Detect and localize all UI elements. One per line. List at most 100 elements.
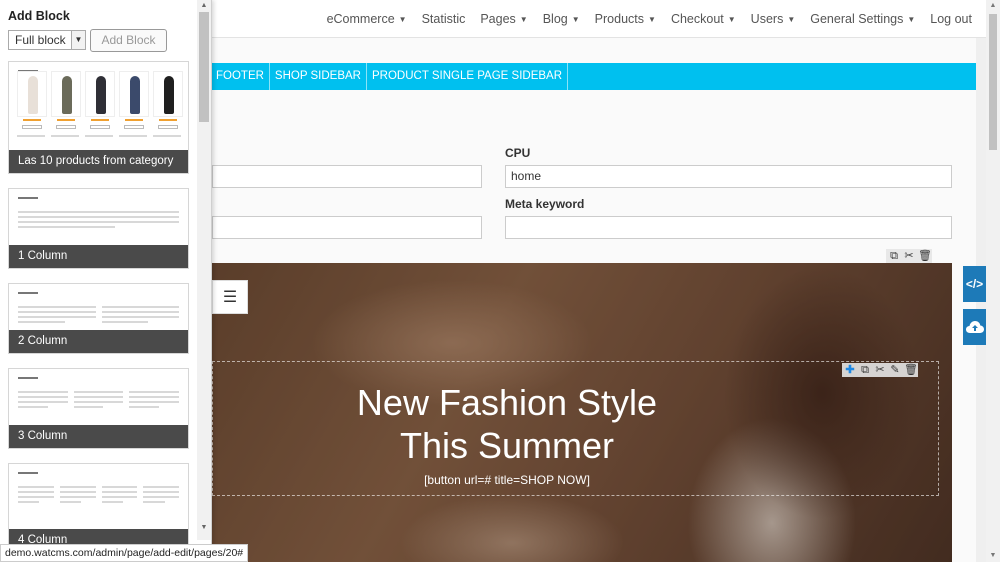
- hero-title-line-1: New Fashion Style: [356, 382, 658, 423]
- meta-keyword-field[interactable]: [505, 216, 952, 239]
- cart-button-preview: [22, 125, 42, 129]
- text-line: [73, 401, 124, 403]
- meta-description-field[interactable]: [212, 216, 482, 239]
- text-line: [129, 396, 179, 398]
- price-line: [23, 119, 41, 121]
- preview-heading: [18, 472, 38, 474]
- price-line: [57, 119, 75, 121]
- upload-button[interactable]: [963, 309, 986, 345]
- meta-keyword-label: Meta keyword: [505, 197, 585, 211]
- scroll-down-arrow-icon[interactable]: ▼: [197, 522, 211, 534]
- tab-product-single-page-sidebar[interactable]: PRODUCT SINGLE PAGE SIDEBAR: [367, 63, 569, 90]
- nav-item-label: Blog: [542, 12, 568, 26]
- text-line: [59, 496, 96, 498]
- nav-item-label: Log out: [930, 12, 972, 26]
- scroll-up-arrow-icon[interactable]: ▲: [197, 0, 211, 12]
- text-line: [18, 216, 179, 218]
- text-line: [129, 401, 179, 403]
- nav-item-checkout[interactable]: Checkout ▼: [671, 12, 736, 26]
- add-block-button[interactable]: Add Block: [90, 29, 167, 52]
- text-line: [18, 396, 68, 398]
- text-line: [59, 486, 96, 488]
- hero-button-shortcode: [button url=# title=SHOP NOW]: [424, 473, 590, 487]
- add-block-panel: Add Block Full block ▼ Add Block Las 10 …: [0, 0, 212, 562]
- nav-item-pages[interactable]: Pages ▼: [480, 12, 527, 26]
- model-figure: [130, 76, 140, 114]
- nav-item-statistic[interactable]: Statistic: [422, 12, 466, 26]
- scroll-up-arrow-icon[interactable]: ▲: [986, 0, 1000, 12]
- block-caption: 3 Column: [9, 425, 188, 448]
- text-line: [73, 391, 124, 393]
- text-line: [18, 226, 115, 228]
- tools-icon[interactable]: ✂: [903, 250, 915, 262]
- cpu-field[interactable]: home: [505, 165, 952, 188]
- cart-button-preview: [56, 125, 76, 129]
- block-caption: 1 Column: [9, 245, 188, 268]
- block-card-3-column[interactable]: 3 Column: [8, 368, 189, 449]
- scroll-down-arrow-icon[interactable]: ▼: [986, 550, 1000, 562]
- text-line: [143, 501, 165, 503]
- code-view-button[interactable]: </>: [963, 266, 986, 302]
- duplicate-icon[interactable]: ⧉: [859, 364, 871, 376]
- price-line: [125, 119, 143, 121]
- caret-down-icon: ▼: [398, 15, 407, 24]
- trash-icon[interactable]: 🗑: [918, 250, 932, 262]
- nav-item-blog[interactable]: Blog ▼: [543, 12, 580, 26]
- nav-item-products[interactable]: Products ▼: [595, 12, 656, 26]
- tab-shop-sidebar[interactable]: SHOP SIDEBAR: [270, 63, 367, 90]
- tools-icon[interactable]: ✂: [874, 364, 886, 376]
- text-line: [129, 406, 160, 408]
- nav-item-users[interactable]: Users ▼: [751, 12, 796, 26]
- block-caption: Las 10 products from category: [9, 150, 188, 173]
- price-line: [159, 119, 177, 121]
- block-card-2-column[interactable]: 2 Column: [8, 283, 189, 354]
- caret-down-icon: ▼: [571, 15, 580, 24]
- text-line: [101, 501, 123, 503]
- model-figure: [62, 76, 72, 114]
- text-line: [143, 496, 179, 498]
- text-line: [101, 311, 179, 313]
- block-caption: 2 Column: [9, 330, 188, 353]
- title-field[interactable]: [212, 165, 482, 188]
- hero-banner[interactable]: ✚ ⧉ ✂ ✎ 🗑 New Fashion Style This Summer …: [212, 263, 952, 562]
- page-scroll-thumb[interactable]: [989, 14, 997, 150]
- block-card-4-column[interactable]: 4 Column: [8, 463, 189, 553]
- nav-item-label: Users: [750, 12, 784, 26]
- text-line: [101, 316, 179, 318]
- text-line: [18, 211, 179, 213]
- preview-heading: [18, 292, 38, 294]
- duplicate-icon[interactable]: ⧉: [888, 250, 900, 262]
- page-scrollbar[interactable]: ▲ ▼: [986, 0, 1000, 562]
- nav-menu: eCommerce ▼ Statistic Pages ▼ Blog ▼ Products ▼ C…: [312, 0, 972, 38]
- text-line: [51, 135, 79, 137]
- add-icon[interactable]: ✚: [844, 364, 856, 376]
- block-type-select[interactable]: Full block ▼: [8, 30, 86, 50]
- block-card-1-column[interactable]: 1 Column: [8, 188, 189, 269]
- text-line: [101, 486, 138, 488]
- cart-button-preview: [90, 125, 110, 129]
- nav-item-label: Pages: [480, 12, 516, 26]
- nav-item-log-out[interactable]: Log out: [930, 12, 972, 26]
- caret-down-icon: ▼: [727, 15, 736, 24]
- panel-scrollbar[interactable]: ▲ ▼: [197, 0, 211, 540]
- preview-heading: [18, 197, 38, 199]
- text-line: [18, 391, 68, 393]
- settings-sliders-button[interactable]: ☰: [212, 280, 248, 314]
- edit-icon[interactable]: ✎: [889, 364, 901, 376]
- panel-scroll-thumb[interactable]: [199, 12, 209, 122]
- trash-icon[interactable]: 🗑: [904, 364, 918, 376]
- caret-down-icon: ▼: [648, 15, 656, 24]
- text-line: [129, 391, 179, 393]
- cloud-upload-icon: [965, 321, 984, 333]
- text-line: [59, 491, 96, 493]
- block-type-value: Full block: [15, 33, 66, 47]
- block-card-products[interactable]: Las 10 products from category: [8, 61, 189, 174]
- text-line: [18, 401, 68, 403]
- nav-item-ecommerce[interactable]: eCommerce ▼: [327, 12, 407, 26]
- nav-item-general-settings[interactable]: General Settings ▼: [810, 12, 915, 26]
- text-line: [143, 486, 179, 488]
- hero-title: New Fashion Style This Summer: [212, 381, 802, 467]
- text-line: [153, 135, 181, 137]
- status-bar-url: demo.watcms.com/admin/page/add-edit/page…: [0, 544, 249, 562]
- model-figure: [164, 76, 174, 114]
